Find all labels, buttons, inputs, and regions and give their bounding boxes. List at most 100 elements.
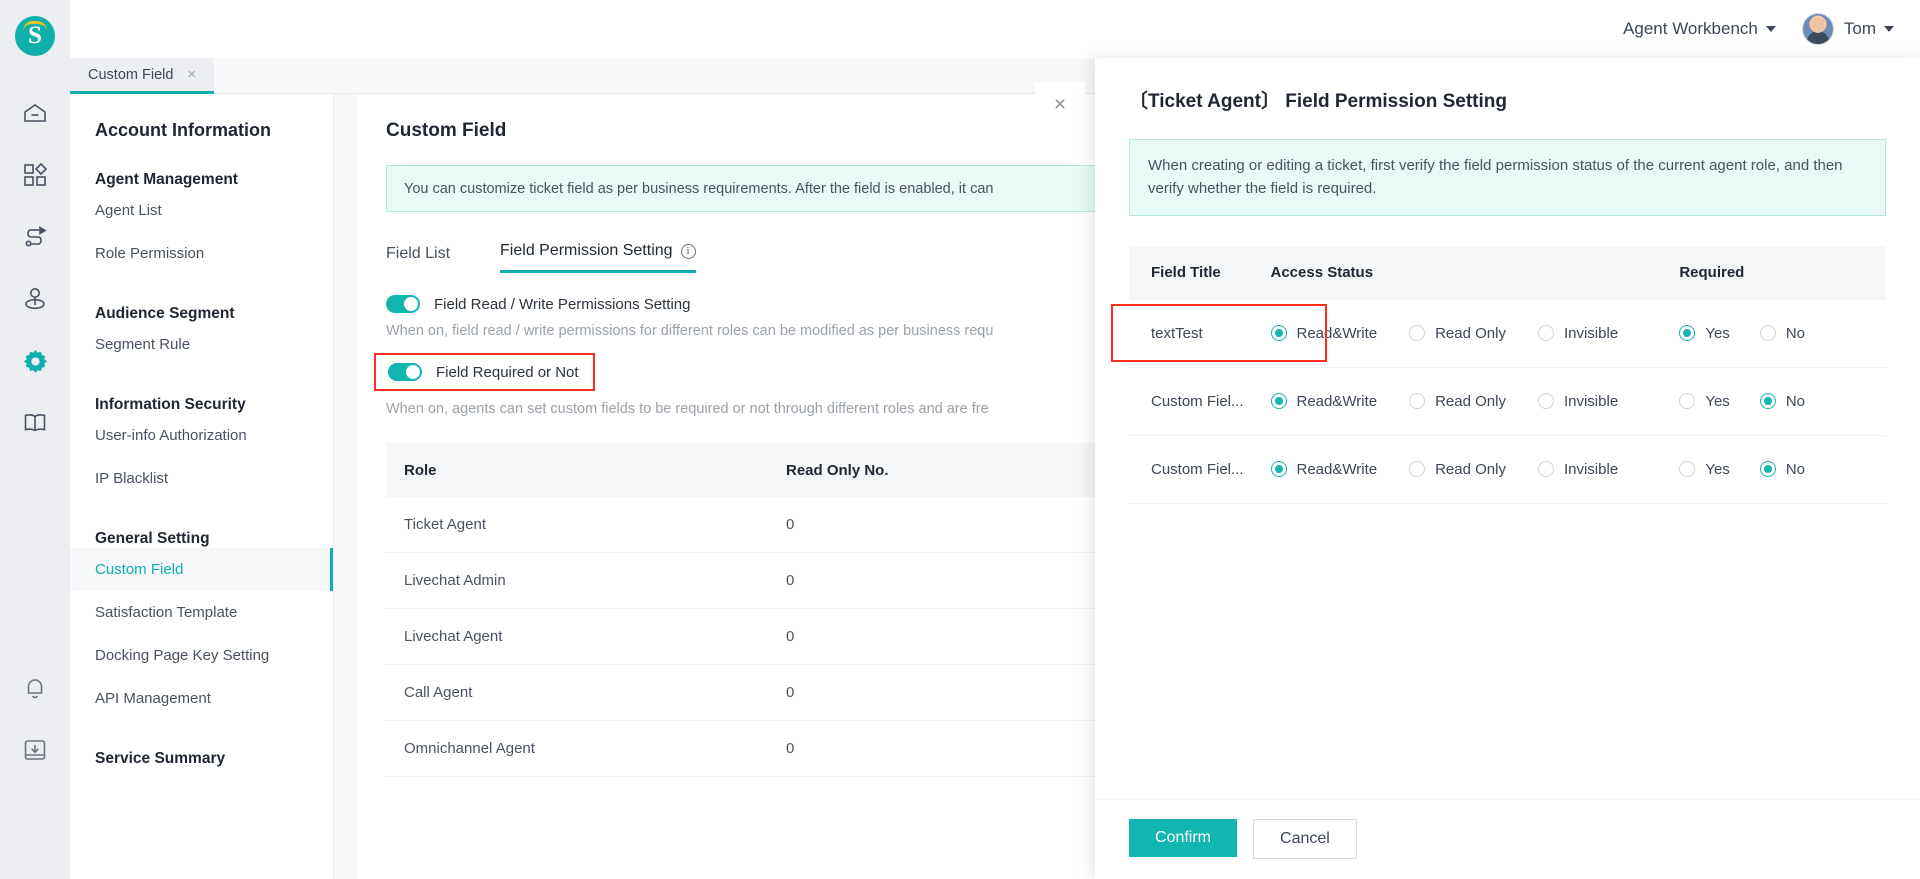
rail-item-settings[interactable] [0,330,70,392]
sidebar-item-user-info-authorization[interactable]: User-info Authorization [70,414,333,457]
radio-label: No [1785,460,1805,478]
workbench-selector[interactable]: Agent Workbench [1623,19,1776,39]
tab-label: Custom Field [88,66,174,83]
radio-access-read-write[interactable]: Read&Write [1270,324,1378,342]
radio-access-read-write[interactable]: Read&Write [1270,392,1378,410]
cancel-button[interactable]: Cancel [1253,819,1357,859]
info-icon[interactable]: i [680,243,696,259]
drawer-info-banner: When creating or editing a ticket, first… [1129,139,1886,216]
radio-required-no[interactable]: No [1759,392,1805,410]
cell-role: Omnichannel Agent [404,740,535,757]
user-menu[interactable]: Tom [1801,13,1894,45]
cell-required: Yes No [1679,461,1886,478]
radio-indicator [1537,393,1554,409]
cell-field-title: Custom Fiel... [1151,392,1244,410]
sidebar-group-label: General Setting [95,530,210,547]
radio-label: Read&Write [1296,392,1378,410]
column-header-field-title: Field Title [1151,264,1221,281]
radio-label: Invisible [1563,392,1619,410]
cell-access-status: Read&Write Read Only Invisible [1270,392,1680,410]
tab-field-list[interactable]: Field List [386,245,450,273]
radio-access-read-only[interactable]: Read Only [1409,461,1506,478]
setting-field-required-highlight: Field Required or Not [374,353,595,391]
avatar [1801,13,1834,45]
radio-required-no[interactable]: No [1759,324,1805,342]
radio-label: Invisible [1563,460,1619,478]
info-banner-text: You can customize ticket field as per bu… [404,180,994,197]
sidebar-item-docking-page-key-setting[interactable]: Docking Page Key Setting [70,634,333,677]
radio-label: No [1785,392,1805,410]
drawer-field-table: Field Title Access Status Required textT… [1111,245,1886,504]
toggle-field-required-label: Field Required or Not [436,363,579,381]
radio-access-read-only[interactable]: Read Only [1409,393,1506,410]
column-header-role: Role [404,461,437,479]
radio-indicator [1759,461,1776,477]
radio-indicator [1409,325,1426,341]
drawer-table-row: Custom Fiel... Read&Write Read Only Invi… [1129,436,1886,504]
sidebar-group-label: Information Security [95,396,246,413]
radio-label: No [1785,324,1805,342]
radio-label: Read Only [1435,324,1506,342]
radio-access-read-only[interactable]: Read Only [1409,325,1506,342]
tab-field-permission-setting[interactable]: Field Permission Setting i [500,242,696,273]
radio-indicator [1409,393,1426,409]
cell-read-only-no: 0 [786,516,795,533]
workbench-label: Agent Workbench [1623,19,1758,38]
drawer-table-row: textTest Read&Write Read Only Invisible [1111,300,1886,368]
cell-read-only-no: 0 [786,740,795,757]
apps-icon [22,162,48,188]
radio-label: Yes [1705,460,1730,478]
drawer-table-row: Custom Fiel... Read&Write Read Only Invi… [1129,368,1886,436]
cell-role: Call Agent [404,684,473,701]
confirm-button[interactable]: Confirm [1129,819,1238,857]
radio-label: Read&Write [1296,324,1378,342]
radio-required-no[interactable]: No [1759,460,1805,478]
close-icon[interactable]: × [187,67,196,82]
cell-role: Livechat Agent [404,628,503,645]
radio-indicator [1679,393,1696,409]
sidebar-item-segment-rule[interactable]: Segment Rule [70,323,333,366]
cell-role: Livechat Admin [404,572,506,589]
toggle-field-read-write[interactable] [386,295,420,313]
cell-read-only-no: 0 [786,572,795,589]
rail-item-knowledge[interactable] [0,392,70,454]
close-icon[interactable]: × [1035,82,1085,127]
radio-indicator [1537,325,1554,341]
radio-indicator [1409,461,1426,477]
radio-required-yes[interactable]: Yes [1679,325,1730,342]
radio-label: Invisible [1563,324,1619,342]
chevron-down-icon [1765,26,1776,32]
sidebar-item-satisfaction-template[interactable]: Satisfaction Template [70,591,333,634]
sidebar-item-role-permission[interactable]: Role Permission [70,232,333,275]
rail-item-downloads[interactable] [0,719,70,781]
tab-custom-field[interactable]: Custom Field × [70,58,215,94]
radio-label: Read Only [1435,392,1506,410]
top-bar: Agent Workbench Tom [0,0,1920,58]
radio-access-invisible[interactable]: Invisible [1537,392,1619,410]
rail-item-apps[interactable] [0,144,70,206]
radio-access-invisible[interactable]: Invisible [1537,460,1619,478]
toggle-field-required[interactable] [388,363,422,381]
gear-icon [22,348,49,375]
sidebar: Account Information Agent Management Age… [70,94,334,879]
sidebar-group-label: Audience Segment [95,305,235,322]
rail-icon-list [0,82,70,454]
rail-item-notifications[interactable] [0,657,70,719]
rail-item-contacts[interactable] [0,268,70,330]
sidebar-group-label: Service Summary [95,750,226,767]
rail-item-home[interactable] [0,82,70,144]
sidebar-item-ip-blacklist[interactable]: IP Blacklist [70,457,333,500]
radio-indicator [1270,393,1287,409]
book-icon [22,410,48,436]
sidebar-item-api-management[interactable]: API Management [70,677,333,720]
cell-access-status: Read&Write Read Only Invisible [1270,324,1680,342]
cell-required: Yes No [1111,303,1886,362]
column-header-read-only-no: Read Only No. [786,461,889,479]
radio-required-yes[interactable]: Yes [1679,460,1730,478]
radio-required-yes[interactable]: Yes [1679,393,1730,410]
sidebar-item-agent-list[interactable]: Agent List [70,189,333,232]
sidebar-item-custom-field[interactable]: Custom Field [70,548,333,591]
radio-access-invisible[interactable]: Invisible [1537,324,1619,342]
radio-access-read-write[interactable]: Read&Write [1270,461,1377,478]
rail-item-workflow[interactable] [0,206,70,268]
